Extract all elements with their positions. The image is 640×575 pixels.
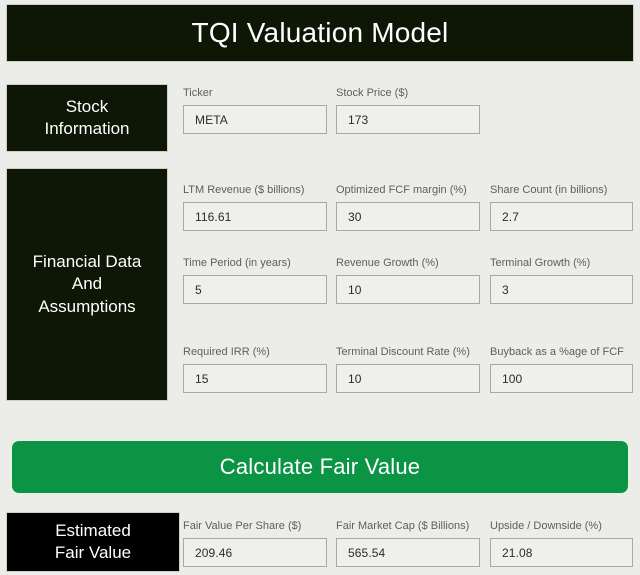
field-label-upside-downside: Upside / Downside (%): [490, 520, 602, 532]
section-label-estimated-fair-value-line2: Fair Value: [54, 543, 132, 562]
field-label-fair-value-per-share: Fair Value Per Share ($): [183, 520, 302, 532]
section-label-financial-data-line3: Assumptions: [38, 296, 136, 316]
field-label-terminal-discount-rate: Terminal Discount Rate (%): [336, 346, 470, 358]
field-required-irr: Required IRR (%) 15: [183, 345, 327, 393]
field-optimized-fcf-margin: Optimized FCF margin (%) 30: [336, 183, 480, 231]
section-label-estimated-fair-value-line1: Estimated: [55, 520, 131, 540]
field-label-ltm-revenue: LTM Revenue ($ billions): [183, 184, 305, 196]
buyback-percentage-input[interactable]: 100: [490, 364, 633, 393]
terminal-discount-rate-input[interactable]: 10: [336, 364, 480, 393]
field-time-period: Time Period (in years) 5: [183, 256, 327, 304]
field-label-share-count: Share Count (in billions): [490, 184, 608, 196]
section-label-estimated-fair-value: Estimated Fair Value: [6, 512, 180, 572]
ticker-input[interactable]: META: [183, 105, 327, 134]
terminal-growth-input[interactable]: 3: [490, 275, 633, 304]
field-buyback-percentage: Buyback as a %age of FCF 100: [490, 345, 633, 393]
fair-market-cap-output: 565.54: [336, 538, 480, 567]
field-label-revenue-growth: Revenue Growth (%): [336, 257, 439, 269]
field-share-count: Share Count (in billions) 2.7: [490, 183, 633, 231]
page-title: TQI Valuation Model: [6, 4, 634, 62]
valuation-model-page: TQI Valuation Model Stock Information Ti…: [0, 0, 640, 575]
field-terminal-growth: Terminal Growth (%) 3: [490, 256, 633, 304]
stock-price-input[interactable]: 173: [336, 105, 480, 134]
revenue-growth-input[interactable]: 10: [336, 275, 480, 304]
field-label-fair-market-cap: Fair Market Cap ($ Billions): [336, 520, 470, 532]
section-label-financial-data-line2: And: [71, 274, 103, 294]
field-label-required-irr: Required IRR (%): [183, 346, 270, 358]
share-count-input[interactable]: 2.7: [490, 202, 633, 231]
field-fair-value-per-share: Fair Value Per Share ($) 209.46: [183, 519, 327, 567]
field-label-buyback-percentage: Buyback as a %age of FCF: [490, 346, 624, 358]
required-irr-input[interactable]: 15: [183, 364, 327, 393]
section-label-financial-data: Financial Data And Assumptions: [6, 168, 168, 401]
page-title-text: TQI Valuation Model: [191, 16, 449, 48]
section-label-stock-information-line1: Stock: [65, 96, 109, 116]
field-label-terminal-growth: Terminal Growth (%): [490, 257, 591, 269]
calculate-fair-value-button[interactable]: Calculate Fair Value: [12, 441, 628, 493]
field-ticker: Ticker META: [183, 86, 327, 134]
optimized-fcf-margin-input[interactable]: 30: [336, 202, 480, 231]
section-label-stock-information: Stock Information: [6, 84, 168, 152]
ltm-revenue-input[interactable]: 116.61: [183, 202, 327, 231]
section-label-stock-information-line2: Information: [44, 119, 130, 138]
field-label-ticker: Ticker: [183, 87, 213, 99]
field-upside-downside: Upside / Downside (%) 21.08: [490, 519, 633, 567]
time-period-input[interactable]: 5: [183, 275, 327, 304]
field-ltm-revenue: LTM Revenue ($ billions) 116.61: [183, 183, 327, 231]
fair-value-per-share-output: 209.46: [183, 538, 327, 567]
field-stock-price: Stock Price ($) 173: [336, 86, 480, 134]
field-label-time-period: Time Period (in years): [183, 257, 291, 269]
field-revenue-growth: Revenue Growth (%) 10: [336, 256, 480, 304]
field-fair-market-cap: Fair Market Cap ($ Billions) 565.54: [336, 519, 480, 567]
upside-downside-output: 21.08: [490, 538, 633, 567]
field-label-stock-price: Stock Price ($): [336, 87, 409, 99]
field-label-optimized-fcf-margin: Optimized FCF margin (%): [336, 184, 467, 196]
field-terminal-discount-rate: Terminal Discount Rate (%) 10: [336, 345, 480, 393]
section-label-financial-data-line1: Financial Data: [32, 252, 142, 272]
